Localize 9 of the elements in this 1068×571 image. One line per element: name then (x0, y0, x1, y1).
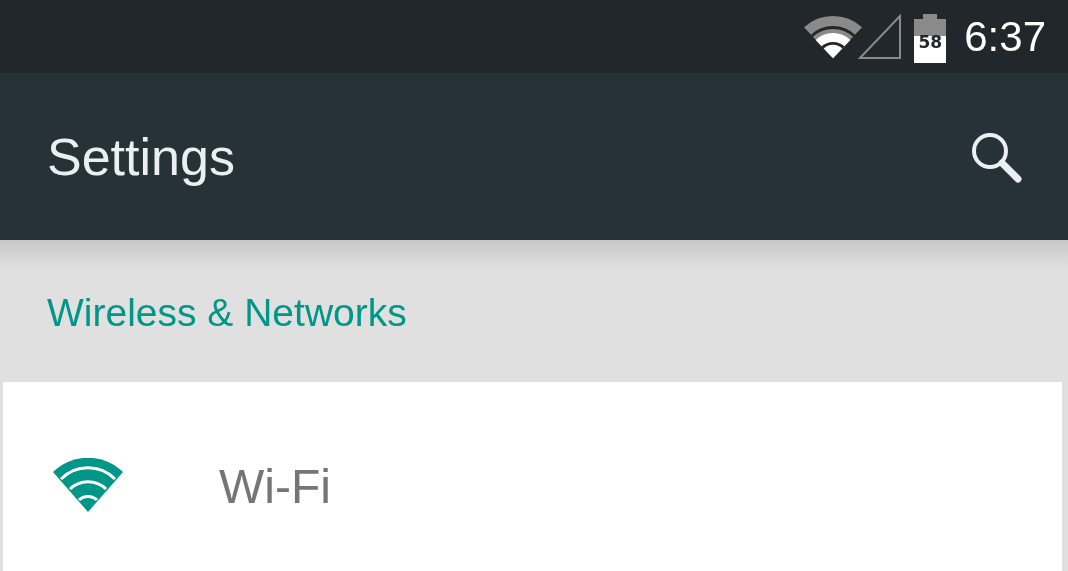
clock: 6:37 (964, 12, 1046, 61)
app-title: Settings (47, 126, 235, 187)
battery-icon (914, 13, 947, 63)
settings-item[interactable]: Wi-Fi (3, 382, 1062, 571)
battery-percent: 58 (917, 33, 944, 51)
wifi-signal-icon (804, 14, 863, 59)
wifi-icon (53, 458, 123, 512)
cell-signal-icon (858, 13, 903, 60)
section-header: Wireless & Networks (47, 291, 407, 335)
